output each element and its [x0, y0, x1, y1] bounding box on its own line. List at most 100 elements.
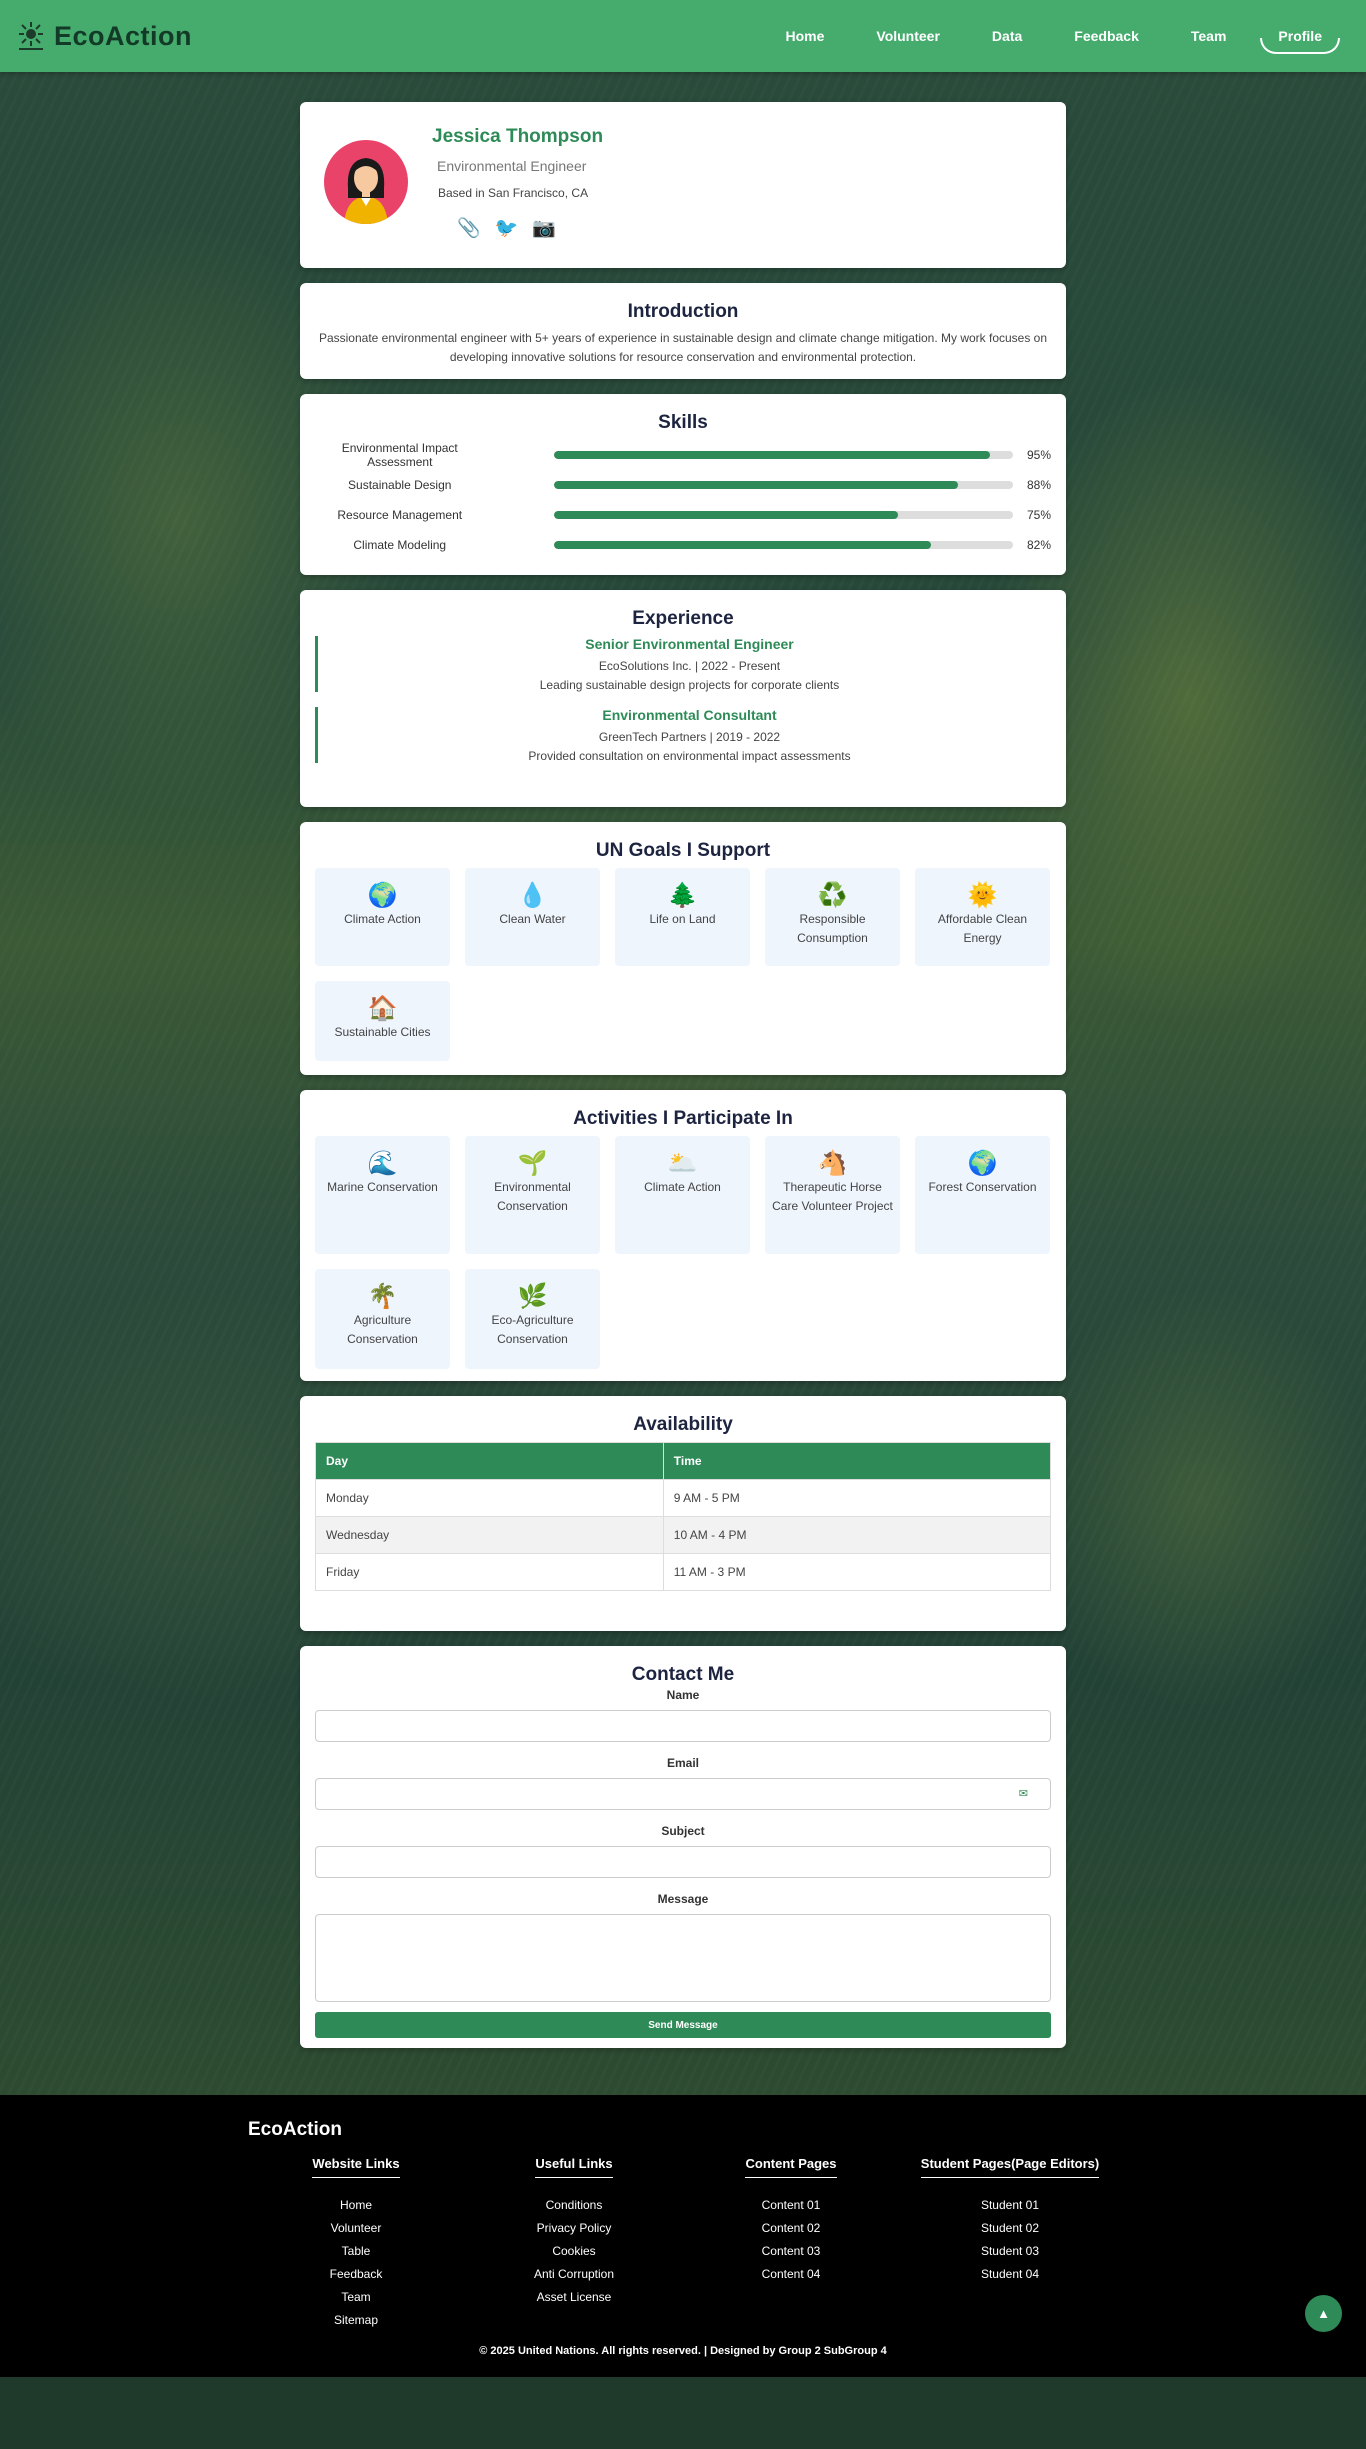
footer-link-anti-corruption[interactable]: Anti Corruption — [523, 2263, 625, 2286]
camera-icon[interactable]: 📷 — [532, 216, 556, 240]
name-input[interactable] — [315, 1710, 1051, 1742]
skill-row: Environmental Impact Assessment 95% — [315, 440, 1051, 470]
activities-grid: 🌊 Marine Conservation 🌱 Environmental Co… — [315, 1136, 1051, 1369]
main-content: Jessica Thompson Environmental Engineer … — [300, 102, 1066, 2063]
palm-tree-icon: 🌴 — [367, 1283, 398, 1310]
footer-link-student-01[interactable]: Student 01 — [920, 2194, 1100, 2217]
footer-link-conditions[interactable]: Conditions — [523, 2194, 625, 2217]
experience-item: Senior Environmental Engineer EcoSolutio… — [315, 636, 1051, 692]
goal-tile-climate-action[interactable]: 🌍 Climate Action — [315, 868, 450, 966]
footer-column-title: Useful Links — [535, 2156, 613, 2178]
tree-icon: 🌲 — [667, 882, 698, 909]
paperclip-icon[interactable]: 📎 — [457, 216, 481, 240]
activity-label: Therapeutic Horse Care Volunteer Project — [772, 1180, 893, 1213]
horse-icon: 🐴 — [817, 1150, 848, 1177]
activity-tile-eco-agriculture[interactable]: 🌿 Eco-Agriculture Conservation — [465, 1269, 600, 1369]
skill-row: Climate Modeling 82% — [315, 530, 1051, 560]
nav-volunteer[interactable]: Volunteer — [850, 14, 966, 58]
footer-link-team[interactable]: Team — [300, 2286, 412, 2309]
table-row: Wednesday 10 AM - 4 PM — [315, 1516, 1052, 1554]
activity-label: Eco-Agriculture Conservation — [491, 1313, 574, 1346]
activities-title: Activities I Participate In — [573, 1108, 793, 1129]
skill-row: Resource Management 75% — [315, 500, 1051, 530]
goal-label: Life on Land — [649, 912, 716, 926]
back-to-top-button[interactable]: ▲ — [1305, 2295, 1342, 2332]
brand[interactable]: EcoAction — [14, 19, 192, 53]
envelope-icon: ✉ — [1018, 1788, 1028, 1800]
skill-progress-bar — [554, 511, 1014, 519]
goal-label: Sustainable Cities — [334, 1025, 431, 1039]
footer-link-student-02[interactable]: Student 02 — [920, 2217, 1100, 2240]
skills-title: Skills — [658, 412, 708, 433]
activity-tile-climate-action[interactable]: 🌥️ Climate Action — [615, 1136, 750, 1254]
send-message-button[interactable]: Send Message — [315, 2012, 1051, 2038]
goal-tile-sustainable-cities[interactable]: 🏠 Sustainable Cities — [315, 981, 450, 1061]
subject-input[interactable] — [315, 1846, 1051, 1878]
table-cell-time: 10 AM - 4 PM — [662, 1516, 1052, 1554]
goal-label: Affordable Clean Energy — [937, 912, 1028, 945]
footer-link-content-02[interactable]: Content 02 — [735, 2217, 847, 2240]
footer-column-website-links: Website Links Home Volunteer Table Feedb… — [300, 2155, 412, 2332]
copyright-text: © 2025 United Nations. All rights reserv… — [479, 2345, 887, 2357]
experience-description: Provided consultation on environmental i… — [528, 749, 851, 763]
skill-percent: 95% — [1026, 448, 1051, 462]
nav-feedback[interactable]: Feedback — [1048, 14, 1165, 58]
globe-icon: 🌍 — [967, 1150, 998, 1177]
goal-tile-clean-energy[interactable]: 🌞 Affordable Clean Energy — [915, 868, 1050, 966]
footer-link-content-01[interactable]: Content 01 — [735, 2194, 847, 2217]
footer-link-feedback[interactable]: Feedback — [300, 2263, 412, 2286]
skill-name: Climate Modeling — [353, 538, 447, 552]
un-goals-title: UN Goals I Support — [595, 840, 771, 861]
goal-tile-responsible-consumption[interactable]: ♻️ Responsible Consumption — [765, 868, 900, 966]
activity-tile-horse-care[interactable]: 🐴 Therapeutic Horse Care Volunteer Proje… — [765, 1136, 900, 1254]
footer-link-content-04[interactable]: Content 04 — [735, 2263, 847, 2286]
footer-link-table[interactable]: Table — [300, 2240, 412, 2263]
activity-tile-environmental-conservation[interactable]: 🌱 Environmental Conservation — [465, 1136, 600, 1254]
footer-link-sitemap[interactable]: Sitemap — [300, 2309, 412, 2332]
availability-table: Day Time Monday 9 AM - 5 PM Wednesday 10… — [315, 1442, 1052, 1591]
nav-home[interactable]: Home — [759, 14, 850, 58]
message-label: Message — [657, 1892, 709, 1906]
skill-progress-fill — [554, 481, 959, 489]
goal-tile-life-on-land[interactable]: 🌲 Life on Land — [615, 868, 750, 966]
activity-tile-marine-conservation[interactable]: 🌊 Marine Conservation — [315, 1136, 450, 1254]
footer-link-student-04[interactable]: Student 04 — [920, 2263, 1100, 2286]
skill-progress-fill — [554, 451, 991, 459]
skill-percent: 88% — [1026, 478, 1051, 492]
table-row: Monday 9 AM - 5 PM — [315, 1479, 1052, 1517]
site-footer: EcoAction Website Links Home Volunteer T… — [0, 2095, 1366, 2377]
footer-link-cookies[interactable]: Cookies — [523, 2240, 625, 2263]
skill-progress-bar — [554, 541, 1014, 549]
social-icons: 📎 🐦 📷 — [457, 216, 603, 240]
email-label: Email — [666, 1756, 699, 1770]
avatar — [324, 140, 408, 224]
goal-tile-clean-water[interactable]: 💧 Clean Water — [465, 868, 600, 966]
skill-percent: 82% — [1026, 538, 1051, 552]
profile-role: Environmental Engineer — [437, 158, 587, 174]
footer-link-home[interactable]: Home — [300, 2194, 412, 2217]
nav-data[interactable]: Data — [966, 14, 1048, 58]
skill-progress-bar — [554, 481, 1014, 489]
footer-link-asset-license[interactable]: Asset License — [523, 2286, 625, 2309]
contact-title: Contact Me — [631, 1664, 735, 1685]
skill-name: Resource Management — [337, 508, 463, 522]
introduction-text: Passionate environmental engineer with 5… — [318, 331, 1048, 364]
footer-link-privacy-policy[interactable]: Privacy Policy — [523, 2217, 625, 2240]
footer-link-volunteer[interactable]: Volunteer — [300, 2217, 412, 2240]
message-textarea[interactable] — [315, 1914, 1051, 2002]
bird-icon[interactable]: 🐦 — [495, 216, 519, 240]
table-cell-day: Monday — [315, 1479, 664, 1517]
footer-link-student-03[interactable]: Student 03 — [920, 2240, 1100, 2263]
email-input[interactable]: ✉ — [315, 1778, 1051, 1810]
activity-tile-agriculture-conservation[interactable]: 🌴 Agriculture Conservation — [315, 1269, 450, 1369]
recycle-icon: ♻️ — [817, 882, 848, 909]
arrow-up-icon: ▲ — [1317, 2306, 1330, 2321]
activity-tile-forest-conservation[interactable]: 🌍 Forest Conservation — [915, 1136, 1050, 1254]
skill-progress-bar — [554, 451, 1014, 459]
un-goals-card: UN Goals I Support 🌍 Climate Action 💧 Cl… — [300, 822, 1066, 1075]
skill-percent: 75% — [1026, 508, 1051, 522]
nav-profile[interactable]: Profile — [1252, 14, 1348, 58]
skill-progress-fill — [554, 511, 899, 519]
footer-link-content-03[interactable]: Content 03 — [735, 2240, 847, 2263]
nav-team[interactable]: Team — [1165, 14, 1253, 58]
